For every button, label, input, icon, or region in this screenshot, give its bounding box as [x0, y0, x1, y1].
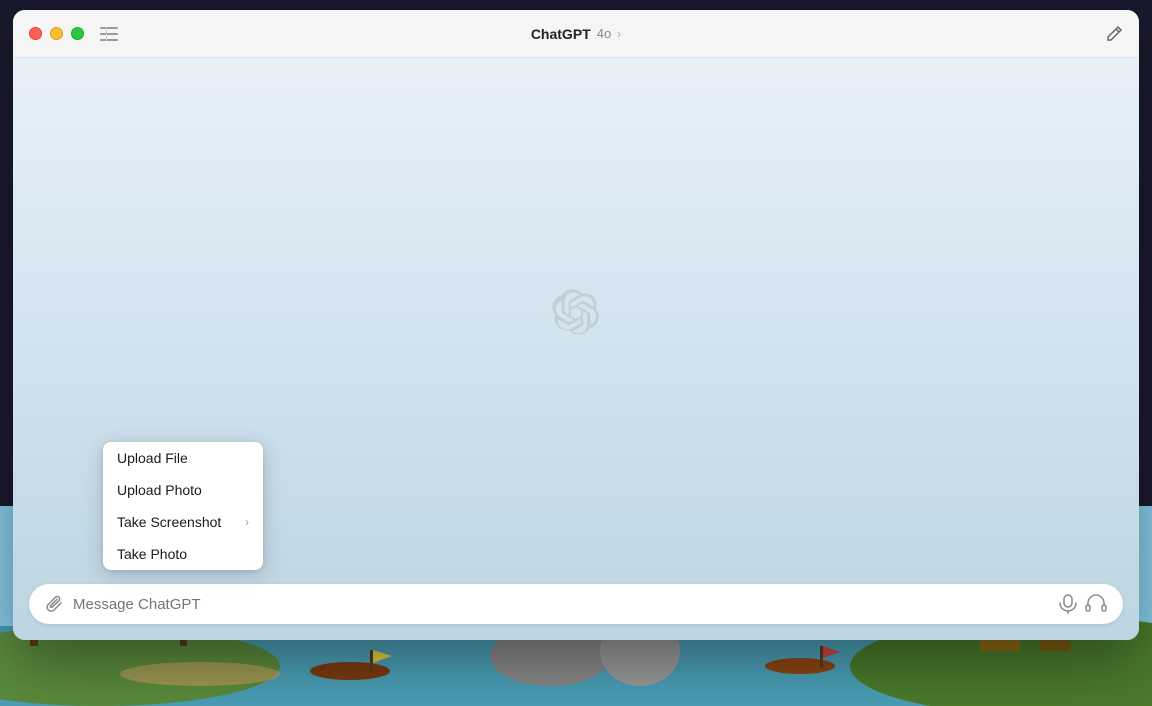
- input-row: [29, 584, 1123, 624]
- context-menu-take-screenshot[interactable]: Take Screenshot ›: [103, 506, 263, 538]
- bottom-bar: Upload File Upload Photo Take Screenshot…: [13, 572, 1139, 640]
- take-screenshot-label: Take Screenshot: [117, 514, 221, 530]
- attach-button[interactable]: [45, 594, 65, 614]
- openai-logo: [552, 289, 600, 342]
- minimize-button[interactable]: [50, 27, 63, 40]
- app-version: 4o: [597, 26, 611, 41]
- mic-button[interactable]: [1059, 594, 1077, 614]
- compose-button[interactable]: [1105, 25, 1123, 43]
- take-screenshot-chevron-icon: ›: [245, 515, 249, 529]
- headphones-button[interactable]: [1085, 594, 1107, 614]
- take-photo-label: Take Photo: [117, 546, 187, 562]
- title-bar: ChatGPT 4o ›: [13, 10, 1139, 58]
- app-title: ChatGPT: [531, 26, 591, 42]
- context-menu-take-photo[interactable]: Take Photo: [103, 538, 263, 570]
- maximize-button[interactable]: [71, 27, 84, 40]
- message-input[interactable]: [73, 596, 1051, 613]
- app-window: ChatGPT 4o ›: [13, 10, 1139, 640]
- context-menu: Upload File Upload Photo Take Screenshot…: [103, 442, 263, 570]
- title-bar-center: ChatGPT 4o ›: [531, 26, 621, 42]
- version-chevron-icon: ›: [617, 27, 621, 41]
- sidebar-toggle-button[interactable]: [100, 27, 118, 41]
- upload-photo-label: Upload Photo: [117, 482, 202, 498]
- context-menu-upload-photo[interactable]: Upload Photo: [103, 474, 263, 506]
- upload-file-label: Upload File: [117, 450, 188, 466]
- main-content: Upload File Upload Photo Take Screenshot…: [13, 58, 1139, 640]
- close-button[interactable]: [29, 27, 42, 40]
- traffic-lights: [29, 27, 84, 40]
- context-menu-upload-file[interactable]: Upload File: [103, 442, 263, 474]
